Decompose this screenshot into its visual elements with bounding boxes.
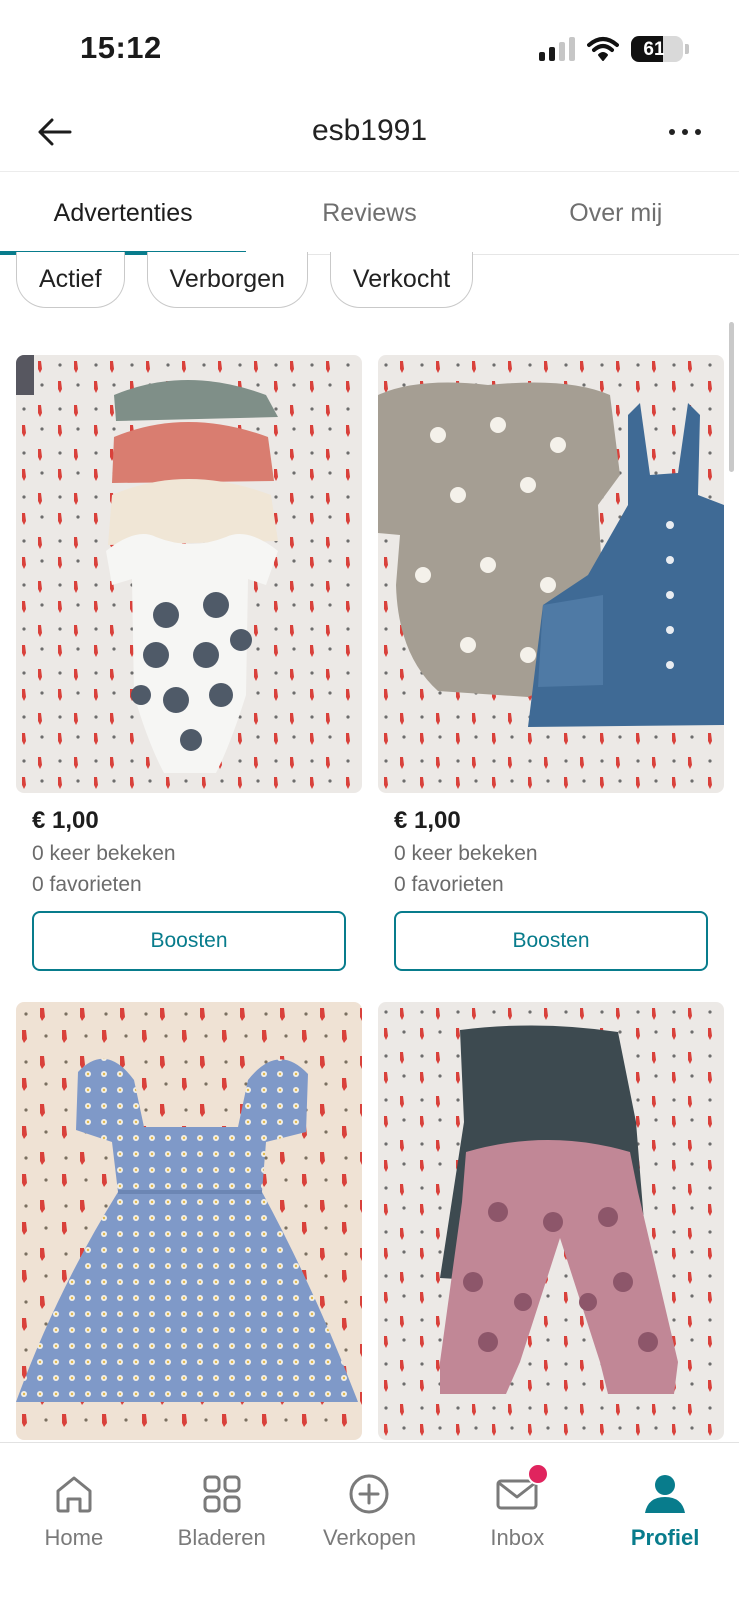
tab-reviews[interactable]: Reviews <box>246 173 492 254</box>
unread-badge <box>527 1463 550 1485</box>
status-bar: 15:12 61 <box>0 0 739 92</box>
bottom-navigation: Home Bladeren Verkopen Inbox Profiel <box>0 1442 739 1600</box>
listing-photo-bodysuits[interactable] <box>16 355 362 793</box>
filter-verkocht[interactable]: Verkocht <box>329 252 474 308</box>
nav-home[interactable]: Home <box>0 1443 148 1600</box>
user-icon <box>645 1475 686 1513</box>
boost-button[interactable]: Boosten <box>32 911 346 971</box>
wifi-icon <box>587 37 619 61</box>
battery-percentage: 61 <box>643 39 665 60</box>
nav-profiel-label: Profiel <box>630 1525 700 1550</box>
more-options-button[interactable] <box>659 108 711 156</box>
profile-tabs: Advertenties Reviews Over mij <box>0 173 739 255</box>
cellular-signal-icon <box>539 37 575 61</box>
listing-card[interactable]: € 1,00 0 keer bekeken 0 favorieten Boost… <box>16 355 362 971</box>
nav-profiel[interactable]: Profiel <box>591 1443 739 1600</box>
profile-header: esb1991 <box>0 92 739 172</box>
grid-icon <box>203 1475 241 1513</box>
nav-verkopen[interactable]: Verkopen <box>296 1443 444 1600</box>
listing-photo-dress-overall[interactable] <box>378 355 724 793</box>
nav-inbox[interactable]: Inbox <box>443 1443 591 1600</box>
filter-verborgen[interactable]: Verborgen <box>146 252 308 308</box>
nav-inbox-label: Inbox <box>490 1525 545 1550</box>
more-dots-icon <box>669 129 675 135</box>
listing-price: € 1,00 <box>32 807 99 834</box>
status-icons: 61 <box>539 34 689 64</box>
listing-filters: Actief Verborgen Verkocht <box>16 252 474 308</box>
tab-over-mij[interactable]: Over mij <box>493 173 739 254</box>
scrollbar[interactable] <box>729 322 734 472</box>
listing-views: 0 keer bekeken <box>394 842 538 865</box>
boost-button[interactable]: Boosten <box>394 911 708 971</box>
home-icon <box>56 1476 92 1513</box>
listing-favorites: 0 favorieten <box>394 873 504 896</box>
page-title: esb1991 <box>311 114 428 147</box>
listing-views: 0 keer bekeken <box>32 842 176 865</box>
nav-bladeren[interactable]: Bladeren <box>148 1443 296 1600</box>
listing-price: € 1,00 <box>394 807 461 834</box>
battery-icon: 61 <box>631 36 683 62</box>
listing-photo-pants[interactable] <box>378 1002 724 1440</box>
nav-home-label: Home <box>44 1525 104 1550</box>
filter-actief[interactable]: Actief <box>16 252 125 308</box>
listing-photo-blue-dress[interactable] <box>16 1002 362 1440</box>
plus-circle-icon <box>349 1474 389 1514</box>
battery-cap <box>685 44 689 54</box>
listing-card[interactable] <box>378 1002 724 1440</box>
nav-verkopen-label: Verkopen <box>323 1525 416 1550</box>
nav-bladeren-label: Bladeren <box>177 1525 266 1550</box>
listing-favorites: 0 favorieten <box>32 873 142 896</box>
status-time: 15:12 <box>80 30 162 65</box>
tab-advertenties[interactable]: Advertenties <box>0 173 247 255</box>
listing-card[interactable]: € 1,00 0 keer bekeken 0 favorieten Boost… <box>378 355 724 971</box>
listing-card[interactable] <box>16 1002 362 1440</box>
